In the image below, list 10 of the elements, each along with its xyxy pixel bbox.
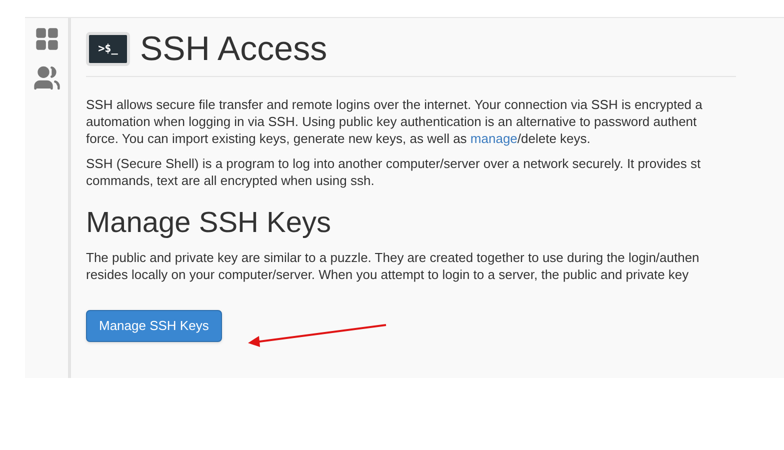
grid-icon[interactable] [34, 26, 60, 52]
users-icon[interactable] [32, 64, 60, 92]
keys-paragraph: The public and private key are similar to a puzzle. They are created together to use during the login/authen resides locally on your computer/server. When you attempt to login to a server, the public and private key [86, 249, 700, 283]
intro-paragraph: SSH allows secure file transfer and remote logins over the internet. Your connection via SSH is encrypted a automation when logging in via SSH. Using public key authentication is an alternative to password authent force. You can import existing keys, generate new keys, as well as manage/delete keys. [86, 96, 704, 147]
page-title: SSH Access [140, 32, 328, 66]
manage-ssh-keys-button[interactable]: Manage SSH Keys [86, 310, 222, 342]
section-heading: Manage SSH Keys [86, 209, 332, 238]
about-paragraph: SSH (Secure Shell) is a program to log into another computer/server over a network securely. It provides st commands, text are all encrypted when using ssh. [86, 155, 702, 189]
manage-link[interactable]: manage [470, 131, 518, 146]
terminal-icon: >$_ [86, 32, 130, 66]
